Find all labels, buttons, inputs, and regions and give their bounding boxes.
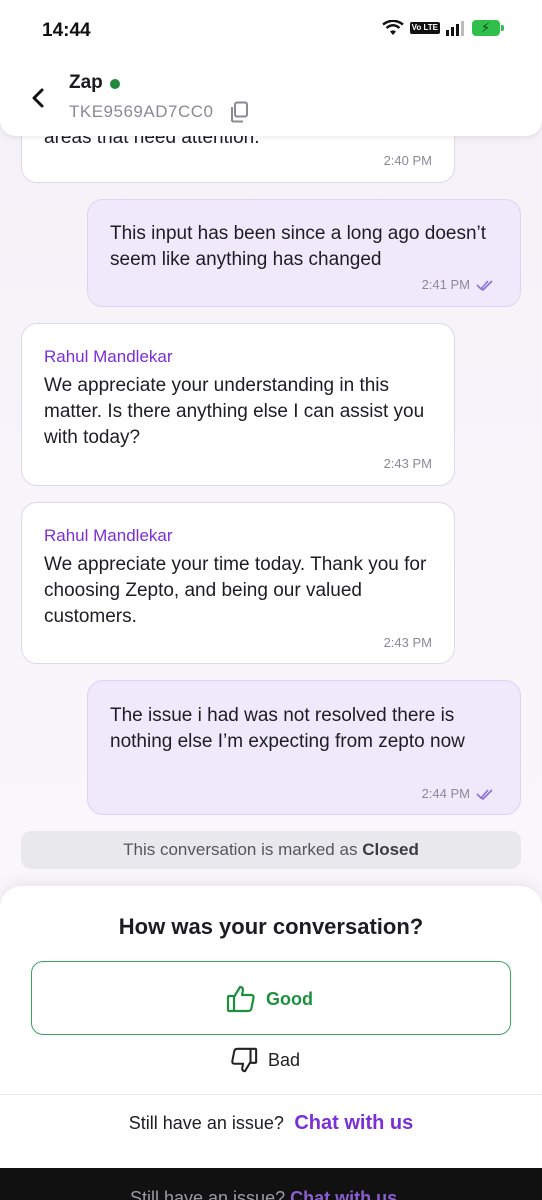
signal-icon [446,21,464,36]
status-bar: 14:44 Vo LTE ⚡ [0,0,542,62]
thumbs-up-icon [226,985,255,1013]
thumbs-down-icon [231,1047,258,1073]
read-receipt-icon [476,280,493,291]
support-question: Still have an issue? [128,1113,284,1133]
good-button-content: Good [226,984,313,1014]
message-bubble-outgoing: This input has been since a long ago doe… [87,199,521,307]
back-arrow-icon[interactable] [24,82,52,114]
chat-with-us-link[interactable]: Chat with us [294,1112,413,1134]
message-bubble-incoming: Rahul Mandlekar We appreciate your time … [21,502,455,664]
good-label: Good [266,988,313,1009]
sender-name: Rahul Mandlekar [44,347,173,366]
copy-icon[interactable] [229,101,249,123]
message-time: 2:44 PM [421,786,470,801]
message-text: This input has been since a long ago doe… [110,223,487,270]
sender-name: Rahul Mandlekar [44,526,173,545]
ghost-footer: Still have an issue? Chat with us [130,1188,397,1200]
bottom-overlay-strip: Still have an issue? Chat with us [0,1168,542,1200]
ticket-id: TKE9569AD7CC0 [69,102,214,121]
closed-notice-text: This conversation is marked as [123,840,358,859]
online-status-dot [110,79,120,89]
message-time: 2:40 PM [383,153,432,168]
divider [0,1094,542,1095]
message-bubble-outgoing: The issue i had was not resolved there i… [87,680,521,815]
battery-icon: ⚡ [472,20,504,36]
chat-header: Zap TKE9569AD7CC0 [0,62,542,136]
volte-badge: Vo LTE [409,22,440,34]
message-time: 2:43 PM [383,635,432,650]
closed-status: Closed [362,840,419,859]
good-feedback-button[interactable]: Good [31,961,511,1035]
feedback-sheet: How was your conversation? Good Bad Stil… [0,886,542,1168]
conversation-closed-notice: This conversation is marked as Closed [21,831,521,869]
wifi-icon [381,20,404,35]
ghost-question: Still have an issue? [130,1188,286,1200]
message-text: The issue i had was not resolved there i… [110,705,465,752]
message-text: We appreciate your understanding in this… [44,375,425,448]
status-time: 14:44 [42,20,91,41]
message-text: We appreciate your time today. Thank you… [44,554,427,627]
status-icons: Vo LTE ⚡ [381,20,504,36]
bad-label: Bad [268,1049,301,1070]
read-receipt-icon [476,789,493,800]
ghost-link: Chat with us [290,1188,398,1200]
message-time: 2:43 PM [383,456,432,471]
message-bubble-incoming: Rahul Mandlekar We appreciate your under… [21,323,455,486]
contact-name: Zap [69,72,103,93]
feedback-title: How was your conversation? [118,914,424,939]
message-time: 2:41 PM [421,277,470,292]
bad-feedback-button[interactable]: Bad [230,1046,300,1074]
support-footer: Still have an issue? Chat with us [0,1112,542,1135]
